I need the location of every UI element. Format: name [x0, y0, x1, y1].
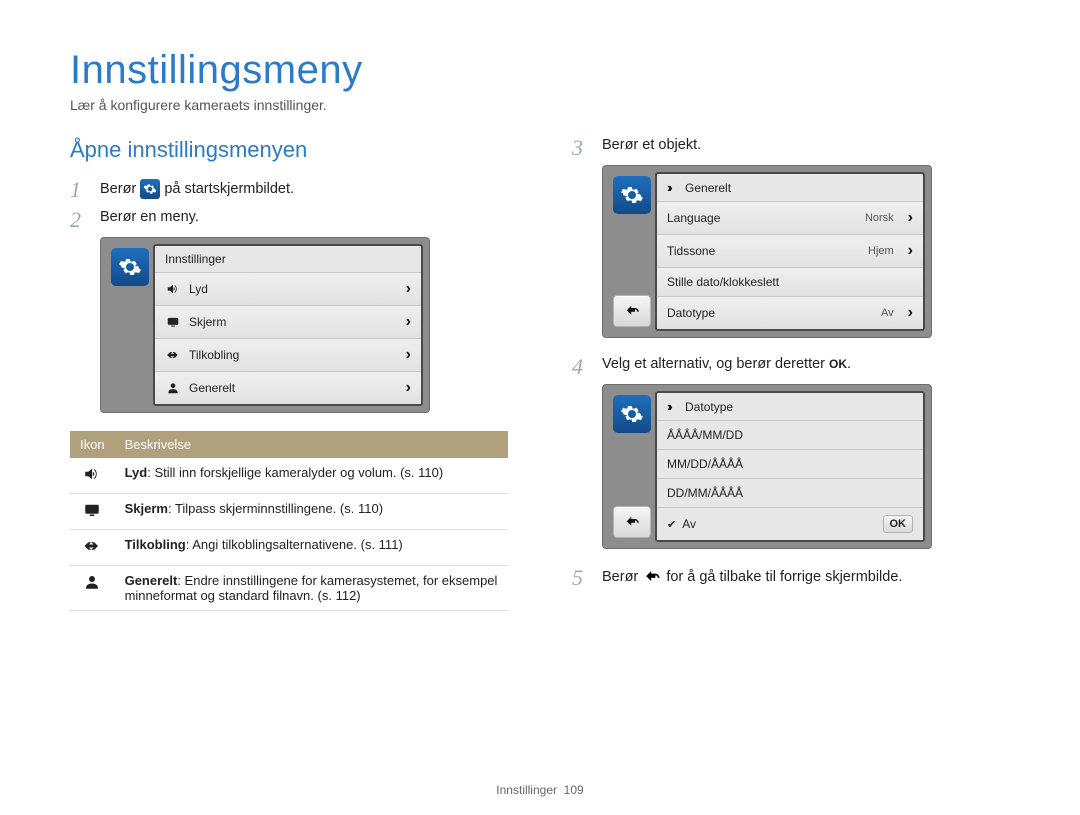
gear-icon	[111, 248, 149, 286]
step-1: Berør på startskjermbildet.	[70, 179, 508, 199]
chevron-right-icon: ›	[406, 280, 411, 298]
step-3: Berør et objekt.	[572, 137, 1010, 153]
step-5: Berør for å gå tilbake til forrige skjer…	[572, 567, 1010, 587]
chevron-right-icon: ››	[667, 180, 670, 195]
connect-icon	[165, 348, 181, 362]
ok-button[interactable]: OK	[883, 515, 914, 533]
settings-row-sound[interactable]: Lyd ›	[155, 273, 421, 306]
settings-row-connect[interactable]: Tilkobling ›	[155, 339, 421, 372]
general-row-setdatetime[interactable]: Stille dato/klokkeslett	[657, 268, 923, 297]
screen-title: Innstillinger	[155, 246, 421, 273]
general-icon	[70, 566, 115, 611]
table-row: Generelt: Endre innstillingene for kamer…	[70, 566, 508, 611]
back-icon	[642, 567, 662, 587]
general-row-language[interactable]: Language Norsk ›	[657, 202, 923, 235]
back-button[interactable]	[613, 295, 651, 327]
datetype-option-selected[interactable]: Av OK	[657, 508, 923, 540]
display-icon	[165, 315, 181, 329]
chevron-right-icon: ›	[908, 242, 913, 260]
datetype-device-screenshot: ›› Datotype ÅÅÅÅ/MM/DD MM/DD/ÅÅÅÅ DD/MM/…	[602, 384, 932, 549]
chevron-right-icon: ›	[406, 346, 411, 364]
screen-title: ›› Generelt	[657, 174, 923, 202]
sound-icon	[70, 458, 115, 494]
step-4: Velg et alternativ, og berør deretter OK…	[572, 356, 1010, 372]
chevron-right-icon: ›	[406, 379, 411, 397]
page-footer: Innstillinger 109	[0, 783, 1080, 797]
display-icon	[70, 494, 115, 530]
screen-title: ›› Datotype	[657, 393, 923, 421]
general-icon	[165, 381, 181, 395]
chevron-right-icon: ››	[667, 399, 670, 414]
page-subtitle: Lær å konfigurere kameraets innstillinge…	[70, 97, 1010, 113]
chevron-right-icon: ›	[908, 304, 913, 322]
gear-icon	[140, 179, 160, 199]
table-head-icon: Ikon	[70, 431, 115, 458]
table-head-desc: Beskrivelse	[115, 431, 508, 458]
section-heading: Åpne innstillingsmenyen	[70, 137, 508, 163]
icon-description-table: Ikon Beskrivelse Lyd: Still inn forskjel…	[70, 431, 508, 611]
back-button[interactable]	[613, 506, 651, 538]
chevron-right-icon: ›	[406, 313, 411, 331]
step-2: Berør en meny.	[70, 209, 508, 225]
page-title: Innstillingsmeny	[70, 48, 1010, 93]
datetype-option[interactable]: DD/MM/ÅÅÅÅ	[657, 479, 923, 508]
gear-icon	[613, 176, 651, 214]
settings-row-general[interactable]: Generelt ›	[155, 372, 421, 404]
table-row: Tilkobling: Angi tilkoblingsalternativen…	[70, 530, 508, 566]
general-row-timezone[interactable]: Tidssone Hjem ›	[657, 235, 923, 268]
datetype-option[interactable]: ÅÅÅÅ/MM/DD	[657, 421, 923, 450]
datetype-option[interactable]: MM/DD/ÅÅÅÅ	[657, 450, 923, 479]
settings-row-display[interactable]: Skjerm ›	[155, 306, 421, 339]
chevron-right-icon: ›	[908, 209, 913, 227]
gear-icon	[613, 395, 651, 433]
connect-icon	[70, 530, 115, 566]
general-row-datetype[interactable]: Datotype Av ›	[657, 297, 923, 329]
ok-icon: OK	[829, 357, 847, 371]
table-row: Lyd: Still inn forskjellige kameralyder …	[70, 458, 508, 494]
sound-icon	[165, 282, 181, 296]
general-device-screenshot: ›› Generelt Language Norsk › Tidssone Hj…	[602, 165, 932, 338]
table-row: Skjerm: Tilpass skjerminnstillingene. (s…	[70, 494, 508, 530]
settings-device-screenshot: Innstillinger Lyd › Skjerm › Tilkobling	[100, 237, 430, 413]
